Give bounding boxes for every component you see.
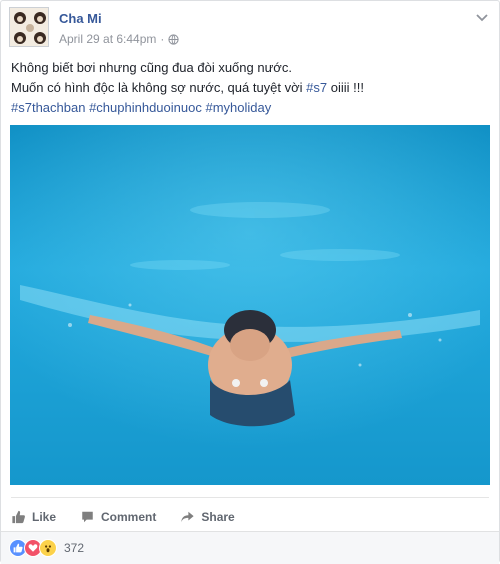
wow-icon bbox=[39, 539, 57, 557]
comment-label: Comment bbox=[101, 510, 157, 524]
reaction-count[interactable]: 372 bbox=[64, 541, 84, 555]
hashtag-chuphinhduoinuoc[interactable]: #chuphinhduoinuoc bbox=[89, 100, 202, 115]
chevron-down-icon[interactable] bbox=[475, 13, 489, 23]
share-icon bbox=[181, 511, 194, 523]
hashtag-s7thachban[interactable]: #s7thachban bbox=[11, 100, 85, 115]
hashtag-myholiday[interactable]: #myholiday bbox=[205, 100, 271, 115]
post-meta: April 29 at 6:44pm · bbox=[59, 32, 180, 46]
post-line-2-text: Muốn có hình độc là không sợ nước, quá t… bbox=[11, 80, 307, 95]
like-label: Like bbox=[32, 510, 57, 524]
post-line-3: #s7thachban #chuphinhduoinuoc #myholiday bbox=[11, 98, 489, 118]
post-photo[interactable] bbox=[10, 125, 490, 485]
reactions-bar[interactable]: 372 bbox=[1, 531, 499, 564]
post-timestamp[interactable]: April 29 at 6:44pm bbox=[59, 32, 156, 46]
like-button[interactable]: Like bbox=[11, 502, 56, 524]
hashtag-s7[interactable]: #s7 bbox=[306, 80, 327, 95]
post-line-2-suffix: oiiii !!! bbox=[327, 80, 364, 95]
avatar[interactable] bbox=[9, 7, 49, 47]
share-button[interactable]: Share bbox=[180, 502, 235, 524]
thumbs-up-icon bbox=[12, 510, 25, 524]
reaction-icons bbox=[9, 539, 57, 557]
post-header: Cha Mi April 29 at 6:44pm · bbox=[9, 7, 491, 51]
post-text: Không biết bơi nhưng cũng đua đòi xuống … bbox=[11, 58, 489, 118]
comment-icon bbox=[82, 511, 93, 523]
post-line-1: Không biết bơi nhưng cũng đua đòi xuống … bbox=[11, 60, 292, 75]
post-card: Cha Mi April 29 at 6:44pm · Không biết b… bbox=[0, 0, 500, 564]
comment-button[interactable]: Comment bbox=[80, 502, 156, 524]
post-line-2: Muốn có hình độc là không sợ nước, quá t… bbox=[11, 78, 489, 98]
meta-separator: · bbox=[160, 32, 165, 46]
share-label: Share bbox=[201, 510, 235, 524]
author-name[interactable]: Cha Mi bbox=[59, 11, 102, 26]
post-actions: Like Comment Share bbox=[11, 497, 489, 528]
globe-icon[interactable] bbox=[168, 33, 180, 45]
